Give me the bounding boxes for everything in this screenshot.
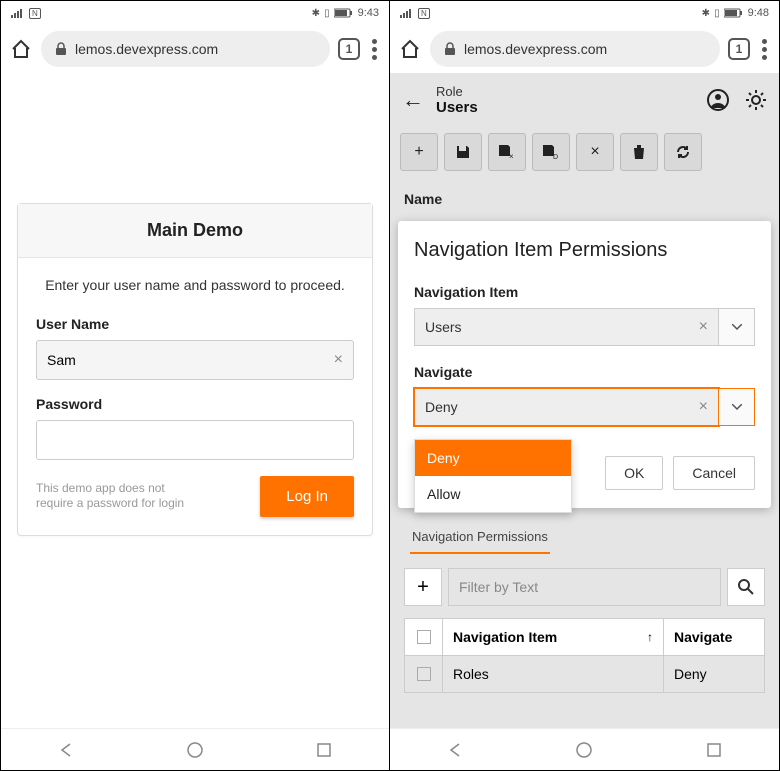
url-bar[interactable]: lemos.devexpress.com	[430, 31, 720, 67]
status-time: 9:43	[358, 7, 379, 19]
add-row-button[interactable]: +	[404, 568, 442, 606]
nav-recent-icon[interactable]	[703, 739, 725, 761]
nav-item-combo[interactable]: Users×	[414, 308, 755, 346]
url-bar[interactable]: lemos.devexpress.com	[41, 31, 330, 67]
chevron-down-icon[interactable]	[719, 388, 755, 426]
chevron-down-icon[interactable]	[719, 308, 755, 346]
nav-back-icon[interactable]	[55, 739, 77, 761]
clear-icon[interactable]: ×	[334, 351, 343, 369]
username-input[interactable]: Sam ×	[36, 340, 354, 380]
battery-icon	[724, 8, 744, 18]
browser-bar: lemos.devexpress.com 1	[1, 25, 389, 73]
status-bar: N ✱ ▯ 9:43	[1, 1, 389, 25]
back-arrow-icon[interactable]: ←	[402, 87, 424, 113]
sort-arrow-icon[interactable]: ↑	[647, 630, 653, 644]
nav-home-icon[interactable]	[184, 739, 206, 761]
nav-item-label: Navigation Item	[414, 284, 755, 300]
home-icon[interactable]	[9, 37, 33, 61]
bluetooth-icon: ✱	[702, 8, 710, 19]
lock-icon	[55, 42, 67, 56]
nav-recent-icon[interactable]	[313, 739, 335, 761]
row-checkbox[interactable]	[417, 667, 431, 681]
refresh-button[interactable]	[664, 133, 702, 171]
nav-back-icon[interactable]	[444, 739, 466, 761]
url-text: lemos.devexpress.com	[464, 41, 607, 57]
permissions-modal: Navigation Item Permissions Navigation I…	[398, 221, 771, 508]
toolbar: + × D ×	[390, 127, 779, 177]
page-title: Users	[436, 99, 695, 116]
android-nav	[1, 728, 389, 770]
card-title: Main Demo	[18, 204, 372, 258]
dropdown-option-deny[interactable]: Deny	[415, 440, 571, 476]
navigate-dropdown: Deny Allow	[414, 439, 572, 513]
clear-icon[interactable]: ×	[699, 398, 708, 416]
table-row[interactable]: Roles Deny	[405, 656, 764, 692]
save-button[interactable]	[444, 133, 482, 171]
hint-text: This demo app does not require a passwor…	[36, 481, 196, 512]
gear-icon[interactable]	[745, 89, 767, 111]
nav-home-icon[interactable]	[573, 739, 595, 761]
signal-icon	[11, 8, 25, 18]
col-navigate[interactable]: Navigate	[664, 619, 764, 655]
permissions-grid: Navigation Item ↑ Navigate Roles Deny	[404, 618, 765, 693]
username-label: User Name	[36, 316, 354, 332]
url-text: lemos.devexpress.com	[75, 41, 218, 57]
password-label: Password	[36, 396, 354, 412]
name-label: Name	[404, 191, 442, 207]
cancel-button[interactable]: Cancel	[673, 456, 755, 490]
account-icon[interactable]	[707, 89, 729, 111]
login-card: Main Demo Enter your user name and passw…	[17, 203, 373, 536]
svg-text:D: D	[553, 154, 558, 160]
password-input[interactable]	[36, 420, 354, 460]
save-new-button[interactable]: D	[532, 133, 570, 171]
ok-button[interactable]: OK	[605, 456, 663, 490]
close-button[interactable]: ×	[576, 133, 614, 171]
tab-count[interactable]: 1	[728, 38, 750, 60]
android-nav	[390, 728, 779, 770]
navigate-label: Navigate	[414, 364, 755, 380]
app-header: ← Role Users	[390, 73, 779, 127]
filter-input[interactable]: Filter by Text	[448, 568, 721, 606]
menu-icon[interactable]	[758, 39, 771, 60]
select-all-checkbox[interactable]	[417, 630, 431, 644]
tab-nav-permissions[interactable]: Navigation Permissions	[410, 521, 550, 554]
battery-icon	[334, 8, 354, 18]
browser-bar: lemos.devexpress.com 1	[390, 25, 779, 73]
menu-icon[interactable]	[368, 39, 381, 60]
nfc-icon: N	[418, 8, 430, 19]
home-icon[interactable]	[398, 37, 422, 61]
nfc-icon: N	[29, 8, 41, 19]
svg-text:×: ×	[509, 152, 514, 160]
delete-button[interactable]	[620, 133, 658, 171]
add-button[interactable]: +	[400, 133, 438, 171]
login-button[interactable]: Log In	[260, 476, 354, 517]
tab-count[interactable]: 1	[338, 38, 360, 60]
vibrate-icon: ▯	[324, 8, 330, 19]
card-subtitle: Enter your user name and password to pro…	[36, 276, 354, 296]
lock-icon	[444, 42, 456, 56]
dropdown-option-allow[interactable]: Allow	[415, 476, 571, 512]
clear-icon[interactable]: ×	[699, 318, 708, 336]
modal-title: Navigation Item Permissions	[414, 239, 755, 262]
breadcrumb: Role	[436, 84, 695, 99]
vibrate-icon: ▯	[714, 8, 720, 19]
navigate-combo[interactable]: Deny×	[414, 388, 755, 426]
status-bar: N ✱ ▯ 9:48	[390, 1, 779, 25]
col-nav-item[interactable]: Navigation Item	[453, 629, 557, 645]
phone-right: N ✱ ▯ 9:48 lemos.devexpress.com 1	[390, 0, 780, 771]
bluetooth-icon: ✱	[312, 8, 320, 19]
phone-left: N ✱ ▯ 9:43 lemos.devexpress.com 1	[0, 0, 390, 771]
status-time: 9:48	[748, 7, 769, 19]
signal-icon	[400, 8, 414, 18]
save-close-button[interactable]: ×	[488, 133, 526, 171]
search-button[interactable]	[727, 568, 765, 606]
